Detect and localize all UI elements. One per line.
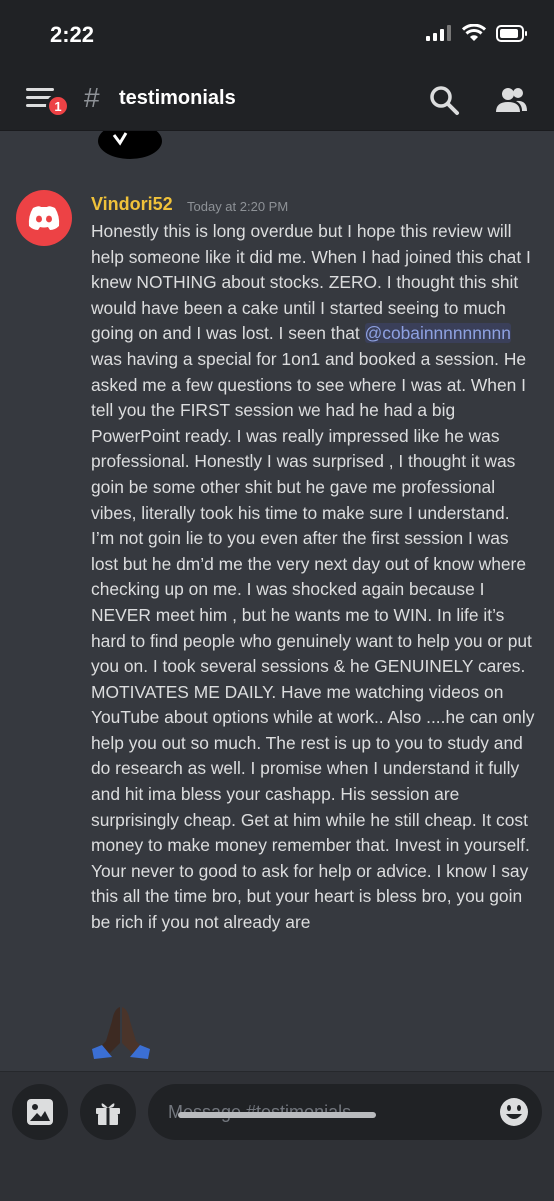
wifi-icon: [462, 24, 486, 41]
message-body: Honestly this is long overdue but I hope…: [91, 219, 536, 936]
status-time: 2:22: [50, 22, 95, 47]
hash-icon: #: [84, 82, 100, 113]
gift-icon: [96, 1103, 120, 1125]
praying-hands-emoji: [92, 1007, 150, 1059]
status-icons: [426, 24, 528, 42]
message-text-part-2: was having a special for 1on1 and booked…: [91, 348, 535, 933]
channel-title: testimonials: [119, 87, 236, 109]
image-icon: [27, 1099, 53, 1125]
message-list[interactable]: Vindori52 Today at 2:20 PM Honestly this…: [0, 131, 554, 1071]
discord-avatar-icon: [28, 206, 60, 230]
user-mention[interactable]: @cobainnnnnnnnn: [364, 323, 511, 344]
message-username[interactable]: Vindori52: [91, 194, 173, 215]
notification-badge: 1: [46, 94, 70, 118]
gift-button[interactable]: [80, 1084, 136, 1140]
message-composer: Message #testimonials: [0, 1071, 554, 1201]
attach-image-button[interactable]: [12, 1084, 68, 1140]
battery-icon: [496, 24, 527, 42]
signal-icon: [426, 25, 451, 41]
avatar[interactable]: [16, 190, 72, 246]
message-timestamp: Today at 2:20 PM: [187, 199, 289, 214]
channel-header: 1 # testimonials: [0, 70, 554, 131]
emoji-icon[interactable]: [499, 1097, 529, 1127]
members-icon[interactable]: [494, 84, 528, 116]
home-indicator[interactable]: [178, 1112, 376, 1118]
previous-message-emoji-fragment: [98, 131, 162, 159]
status-bar: 2:22: [0, 0, 554, 70]
search-icon[interactable]: [428, 84, 460, 116]
